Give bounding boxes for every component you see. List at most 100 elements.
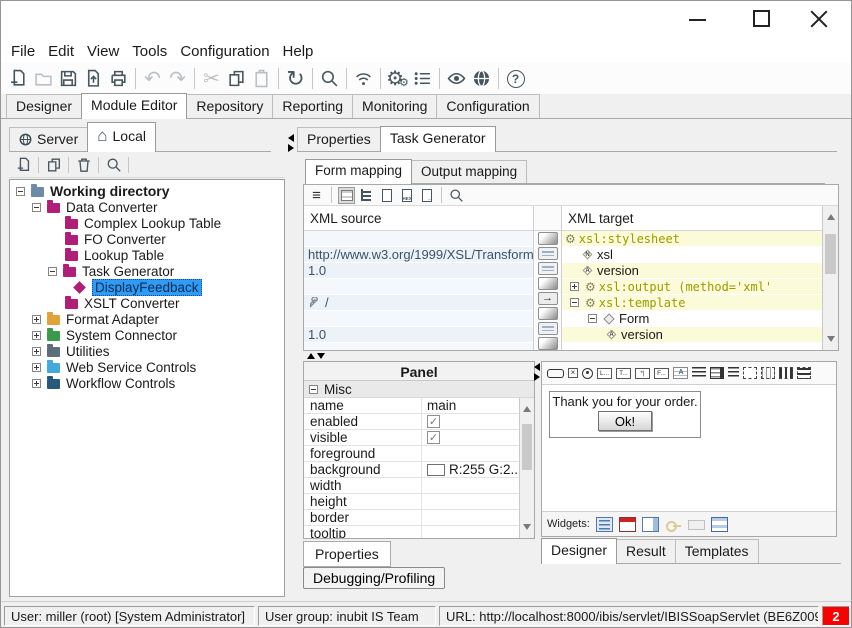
label-widget-icon[interactable]: L...: [597, 368, 612, 379]
save-icon[interactable]: [56, 66, 81, 91]
status-error-badge[interactable]: 2: [822, 606, 850, 626]
combobox-widget-button[interactable]: [642, 517, 659, 532]
collapse-icon[interactable]: [570, 298, 579, 307]
menu-help[interactable]: Help: [281, 41, 321, 62]
textfield-widget-button[interactable]: [688, 520, 705, 530]
open-folder-icon[interactable]: [31, 66, 56, 91]
calendar-widget-button[interactable]: [619, 517, 636, 532]
mapping-equal-button[interactable]: [538, 247, 558, 260]
properties-scrollbar[interactable]: [519, 398, 534, 538]
tab-server[interactable]: Server: [9, 127, 88, 151]
paste-icon[interactable]: [249, 66, 274, 91]
tab-designer-view[interactable]: Designer: [541, 538, 617, 564]
table-widget-button[interactable]: [711, 517, 728, 532]
mapping-assign-button[interactable]: [538, 232, 558, 245]
tree-item-workflow-controls[interactable]: Workflow Controls: [10, 375, 284, 391]
scrollbar-thumb[interactable]: [522, 424, 532, 470]
expand-icon[interactable]: [32, 347, 41, 356]
tree-view-icon[interactable]: [358, 187, 375, 204]
property-row-border[interactable]: border: [304, 510, 534, 526]
xml-target-scrollbar[interactable]: [822, 206, 838, 350]
hamburger-menu-icon[interactable]: ≡: [308, 187, 325, 204]
help-icon[interactable]: ?: [503, 66, 528, 91]
splitter-collapse-right-icon[interactable]: [534, 373, 540, 381]
wifi-publish-icon[interactable]: [351, 66, 376, 91]
globe-icon[interactable]: [469, 66, 494, 91]
xml-source-row[interactable]: [304, 343, 533, 351]
ok-button[interactable]: Ok!: [598, 411, 652, 431]
scroll-down-icon[interactable]: [827, 336, 835, 342]
scrollbar-thumb[interactable]: [825, 234, 836, 274]
key-widget-button[interactable]: [665, 517, 682, 532]
properties-section-misc[interactable]: Misc: [304, 381, 534, 398]
textarea-widget-icon[interactable]: A: [673, 367, 688, 379]
print-icon[interactable]: [106, 66, 131, 91]
xml-source-row[interactable]: [304, 311, 533, 327]
property-row-height[interactable]: height: [304, 494, 534, 510]
tab-reporting[interactable]: Reporting: [272, 94, 353, 118]
menu-configuration[interactable]: Configuration: [178, 41, 276, 62]
tree-item-utilities[interactable]: Utilities: [10, 343, 284, 359]
list-widget-button[interactable]: [596, 517, 613, 532]
property-row-visible[interactable]: visible ✓: [304, 430, 534, 446]
tab-designer[interactable]: Designer: [6, 94, 82, 118]
tab-properties[interactable]: Properties: [297, 127, 381, 151]
duplicate-icon[interactable]: [42, 155, 65, 176]
tree-item-working-directory[interactable]: Working directory: [10, 183, 284, 199]
mapping-search-icon[interactable]: [448, 187, 465, 204]
tree-widget-icon[interactable]: [728, 367, 739, 379]
refresh-icon[interactable]: ↻: [283, 66, 308, 91]
menu-file[interactable]: File: [9, 41, 42, 62]
splitter-collapse-left-icon[interactable]: [534, 363, 540, 371]
checkbox-checked-icon[interactable]: ✓: [427, 415, 440, 428]
property-row-width[interactable]: width: [304, 478, 534, 494]
tree-item-lookup-table[interactable]: Lookup Table: [10, 247, 284, 263]
grid-view-icon[interactable]: [338, 187, 355, 204]
tab-local[interactable]: ⌂ Local: [87, 122, 156, 152]
xml-source-row[interactable]: [304, 279, 533, 295]
xml-target-row[interactable]: A version: [562, 327, 822, 343]
xml-source-row[interactable]: 1.0: [304, 327, 533, 343]
tree-item-task-generator[interactable]: Task Generator: [10, 263, 284, 279]
tab-module-editor[interactable]: Module Editor: [81, 93, 187, 119]
checkbox-checked-icon[interactable]: ✓: [427, 431, 440, 444]
tab-output-mapping[interactable]: Output mapping: [411, 160, 527, 183]
tab-properties-bottom[interactable]: Properties: [303, 541, 391, 567]
eye-icon[interactable]: [444, 66, 469, 91]
xml-target-row[interactable]: N xsl: [562, 247, 822, 263]
tab-templates[interactable]: Templates: [675, 539, 759, 563]
collapse-icon[interactable]: [48, 267, 57, 276]
tab-result[interactable]: Result: [616, 539, 676, 563]
search-icon[interactable]: [317, 66, 342, 91]
button-widget-icon[interactable]: [547, 369, 564, 378]
xml-source-row[interactable]: [304, 231, 533, 247]
property-row-background[interactable]: background R:255 G:2...: [304, 462, 534, 478]
selection-area-icon[interactable]: [743, 367, 757, 379]
scroll-up-icon[interactable]: [523, 406, 531, 412]
new-module-icon[interactable]: [12, 155, 35, 176]
checkbox-widget-icon[interactable]: ×: [568, 368, 578, 378]
tab-monitoring[interactable]: Monitoring: [352, 94, 437, 118]
menu-edit[interactable]: Edit: [46, 41, 81, 62]
collapse-icon[interactable]: [588, 314, 597, 323]
menu-tools[interactable]: Tools: [130, 41, 174, 62]
delete-trash-icon[interactable]: [72, 155, 95, 176]
mapping-assign-button[interactable]: [538, 307, 558, 320]
password-widget-icon[interactable]: *|: [635, 368, 650, 379]
form-canvas[interactable]: Thank you for your order. Ok!: [542, 385, 836, 513]
collapse-icon[interactable]: [16, 187, 25, 196]
document-view-icon[interactable]: [378, 187, 395, 204]
property-row-foreground[interactable]: foreground: [304, 446, 534, 462]
tree-item-data-converter[interactable]: Data Converter: [10, 199, 284, 215]
column-layout-icon[interactable]: [779, 367, 793, 379]
expand-icon[interactable]: [32, 315, 41, 324]
copy-icon[interactable]: [224, 66, 249, 91]
new-document-icon[interactable]: [6, 66, 31, 91]
tree-item-displayfeedback[interactable]: DisplayFeedback: [10, 279, 284, 295]
mapping-equal-button[interactable]: [538, 262, 558, 275]
formatted-field-widget-icon[interactable]: F...: [654, 368, 669, 379]
close-icon[interactable]: [809, 9, 829, 29]
property-row-name[interactable]: namemain: [304, 398, 534, 414]
import-document-icon[interactable]: [81, 66, 106, 91]
property-row-enabled[interactable]: enabled ✓: [304, 414, 534, 430]
